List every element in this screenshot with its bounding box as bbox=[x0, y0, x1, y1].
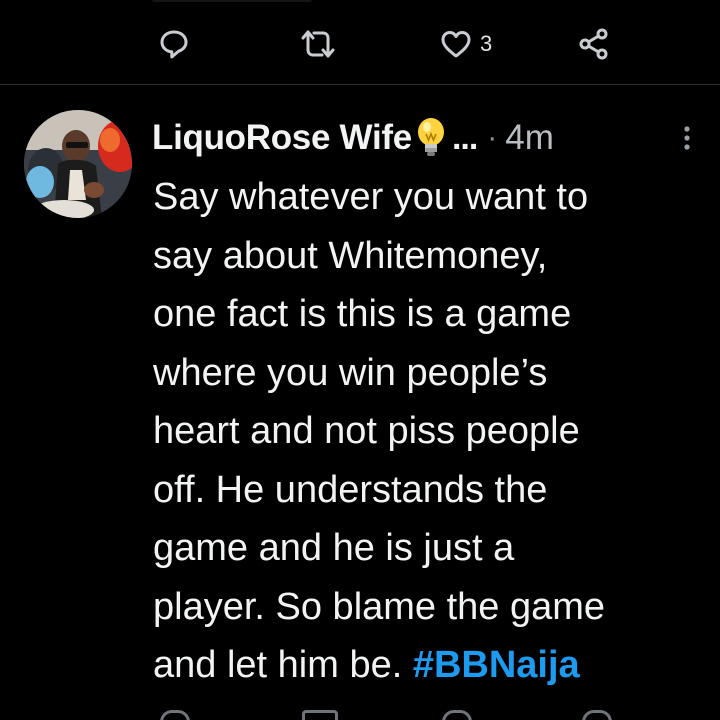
tweet-text-fragment: and let him be. bbox=[153, 644, 413, 686]
heart-icon bbox=[440, 29, 472, 59]
tweet-text-line: where you win people’s bbox=[153, 351, 548, 394]
tweet-action-bar-partial bbox=[150, 708, 620, 720]
tweet-text-line: off. He understands the bbox=[153, 468, 548, 511]
tweet-text-line: say about Whitemoney, bbox=[153, 234, 548, 277]
tweet-text-line: player. So blame the game bbox=[153, 585, 606, 628]
tweet-divider bbox=[0, 84, 720, 85]
reply-icon bbox=[158, 28, 190, 60]
more-options-icon[interactable] bbox=[677, 120, 697, 160]
timestamp[interactable]: 4m bbox=[505, 118, 554, 158]
reply-button[interactable] bbox=[158, 24, 190, 64]
tweet-text-last-line: and let him be. #BBNaija bbox=[153, 636, 713, 695]
separator-dot: · bbox=[487, 121, 498, 154]
heart-icon[interactable] bbox=[442, 710, 472, 720]
avatar[interactable] bbox=[24, 110, 132, 218]
hashtag-link[interactable]: #BBNaija bbox=[413, 644, 580, 686]
timeline-screen: 3 LiquoRose Wife ... · 4m Say whatever y… bbox=[0, 0, 720, 720]
tweet-text-line: game and he is just a bbox=[153, 527, 515, 569]
previous-tweet-text-fragment bbox=[150, 0, 630, 2]
retweet-icon[interactable] bbox=[302, 710, 338, 720]
tweet-text: Say whatever you want to say about White… bbox=[153, 168, 713, 695]
retweet-button[interactable] bbox=[300, 24, 336, 64]
retweet-icon bbox=[300, 28, 336, 60]
share-icon[interactable] bbox=[582, 710, 612, 720]
previous-tweet-action-bar: 3 bbox=[150, 24, 620, 64]
like-button[interactable]: 3 bbox=[440, 24, 492, 64]
share-icon bbox=[578, 28, 610, 60]
tweet-text-line: Say whatever you want to bbox=[153, 176, 589, 218]
name-truncation: ... bbox=[451, 118, 478, 157]
reply-icon[interactable] bbox=[160, 710, 190, 720]
tweet-text-line: heart and not piss people bbox=[153, 410, 580, 452]
like-count: 3 bbox=[480, 31, 493, 56]
tweet-text-line: one fact is this is a game bbox=[153, 293, 572, 335]
share-button[interactable] bbox=[578, 24, 610, 64]
tweet-header: LiquoRose Wife ... · 4m bbox=[152, 112, 697, 164]
display-name[interactable]: LiquoRose Wife bbox=[152, 118, 412, 158]
light-bulb-icon bbox=[416, 116, 446, 160]
